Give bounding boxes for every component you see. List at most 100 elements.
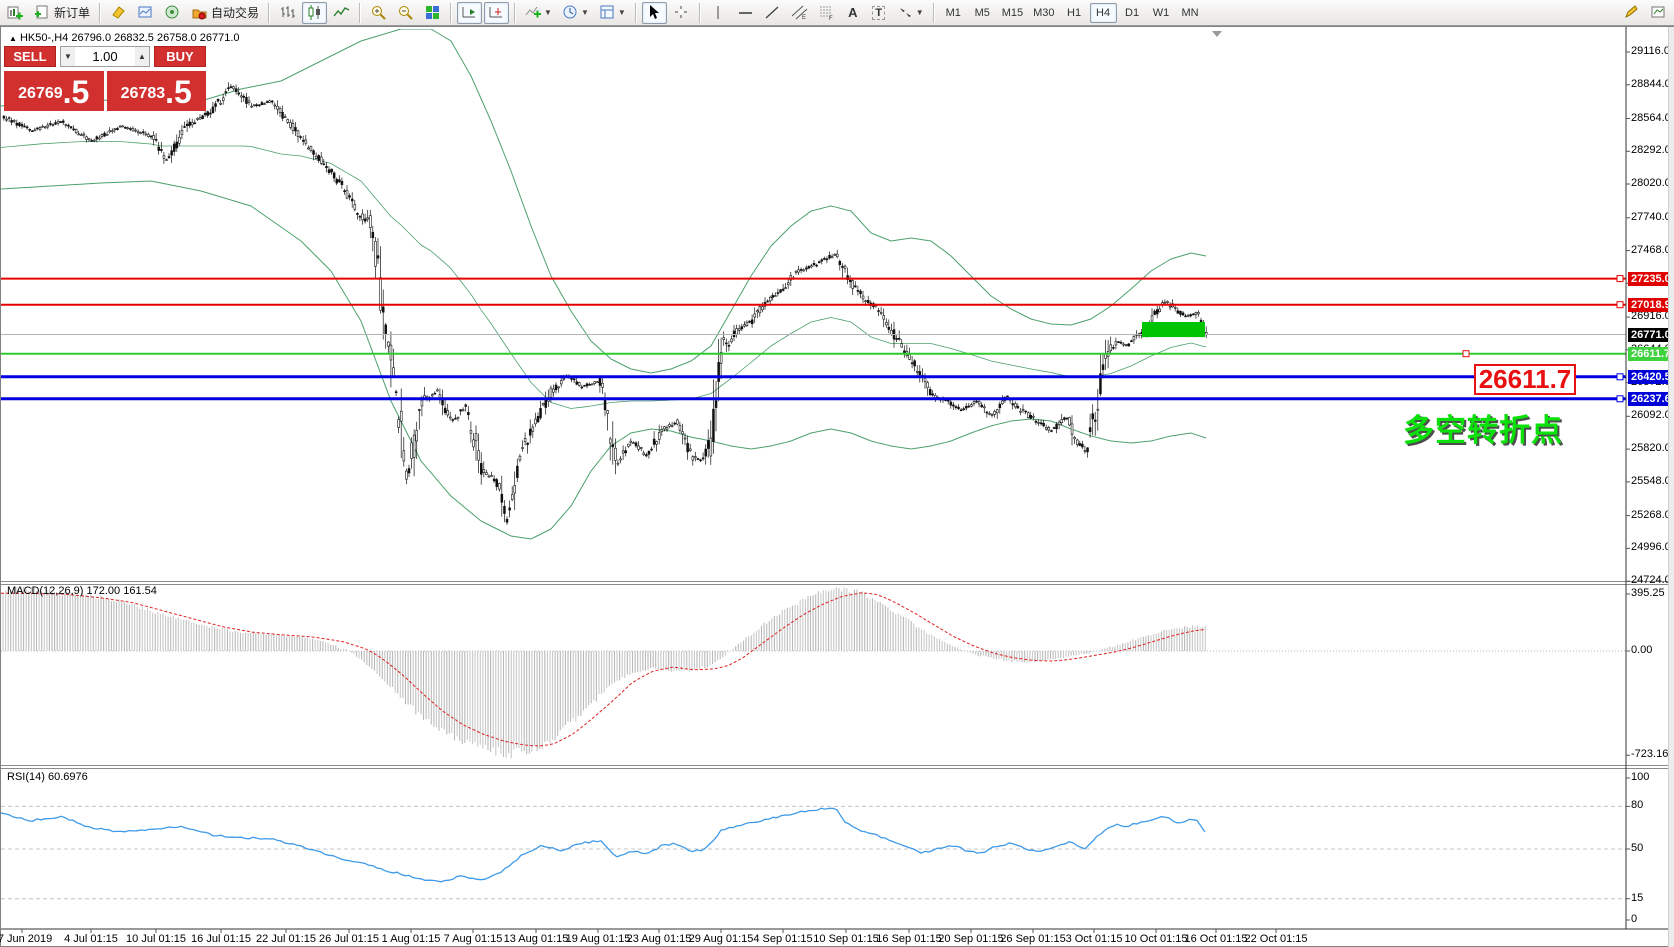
timeframe-m5[interactable]: M5 [969,3,996,23]
toolbar-separator [933,3,935,23]
price-tick-label: 27740.0 [1631,211,1671,223]
trendline-icon[interactable] [760,2,785,24]
zoom-out-icon[interactable] [393,2,418,24]
price-tick-label: 28292.0 [1631,144,1671,156]
crosshair-icon[interactable] [669,2,694,24]
time-axis-label: 23 Aug 01:15 [627,933,692,945]
pencil-icon[interactable] [1619,2,1644,24]
time-axis-label: 27 Jun 2019 [0,933,52,945]
autotrading-button[interactable]: 自动交易 [187,2,263,24]
indicators-icon[interactable]: ▼ [521,2,556,24]
rsi-indicator-label: RSI(14) 60.6976 [7,771,88,783]
timeframe-h1[interactable]: H1 [1061,3,1088,23]
chart-shift-marker[interactable] [1212,31,1222,37]
periods-icon[interactable]: ▼ [558,2,593,24]
chart-shift-icon[interactable] [484,2,509,24]
macd-histogram [1,587,1626,758]
line-handle [1617,276,1623,282]
line-chart-icon[interactable] [329,2,354,24]
candles [3,82,1207,525]
eraser-icon[interactable] [106,2,131,24]
chart-window[interactable]: ▲ HK50-,H4 26796.0 26832.5 26758.0 26771… [0,26,1674,947]
new-order-button[interactable]: 新订单 [30,2,94,24]
buy-price-main: 26783 [121,79,166,109]
hline-26420.5[interactable] [1,374,1626,380]
price-tag-26771.0[interactable]: 26771.0 [1628,328,1674,342]
timeframe-m15[interactable]: M15 [998,3,1027,23]
timeframe-mn[interactable]: MN [1177,3,1204,23]
new-chart-icon[interactable] [3,2,28,24]
toolbar-separator [635,3,637,23]
time-axis-label: 10 Jul 01:15 [126,933,186,945]
time-axis-label: 10 Oct 01:15 [1125,933,1188,945]
volume-down-button[interactable]: ▼ [61,47,75,66]
time-axis-label: 10 Sep 01:15 [813,933,878,945]
time-axis-label: 16 Oct 01:15 [1185,933,1248,945]
pivot-price-label[interactable]: 26611.7 [1474,364,1576,395]
fibo-icon[interactable]: F [814,2,839,24]
macd-tick-label: 0.00 [1631,644,1652,656]
price-tick-label: 28564.0 [1631,112,1671,124]
buy-price[interactable]: 26783.5 [107,69,207,111]
hline-26611.7[interactable] [1,351,1626,357]
price-tag-27018.9[interactable]: 27018.9 [1628,298,1674,312]
timeframe-h4[interactable]: H4 [1090,3,1117,23]
chevron-down-icon: ▼ [618,8,626,17]
volume-up-button[interactable]: ▲ [135,47,149,66]
pane-separator[interactable] [1,582,1674,769]
chart-canvas[interactable] [1,27,1674,947]
price-tag-27235.0[interactable]: 27235.0 [1628,272,1674,286]
price-tag-26420.5[interactable]: 26420.5 [1628,370,1674,384]
hline-27235.0[interactable] [1,276,1626,282]
label-icon[interactable]: T [867,2,891,24]
price-tag-26237.6[interactable]: 26237.6 [1628,392,1674,406]
vline-icon[interactable] [706,2,731,24]
timeframe-m1[interactable]: M1 [940,3,967,23]
time-axis-label: 16 Jul 01:15 [191,933,251,945]
text-icon[interactable]: A [841,2,865,24]
bb-lower [1,181,1206,539]
zoom-in-icon[interactable] [366,2,391,24]
volume-field[interactable]: 1.00 [75,47,135,66]
window-edge-strip [1668,27,1674,947]
hline-26237.6[interactable] [1,396,1626,402]
arrows-icon[interactable]: ▼ [893,2,928,24]
svg-text:F: F [829,16,833,21]
macd-signal-line [1,593,1205,746]
signals-icon[interactable] [160,2,185,24]
buy-button[interactable]: BUY [154,46,206,67]
price-tag-26611.7[interactable]: 26611.7 [1628,347,1673,361]
collapse-triangle-icon[interactable]: ▲ [9,34,17,43]
channel-icon[interactable]: E [787,2,812,24]
buy-price-frac: .5 [165,75,192,109]
macd-tick-label: -723.16 [1631,748,1668,760]
chevron-down-icon: ▼ [544,8,552,17]
rsi-line [1,808,1205,882]
line-handle [1617,302,1623,308]
sell-price[interactable]: 26769.5 [4,69,104,111]
cursor-icon[interactable] [642,2,667,24]
templates-icon[interactable]: ▼ [595,2,630,24]
chevron-down-icon: ▼ [916,8,924,17]
pivot-annotation-text[interactable]: 多空转折点 [1403,405,1563,450]
green-zone-rect[interactable] [1142,322,1205,337]
timeframe-d1[interactable]: D1 [1119,3,1146,23]
popup-chart-icon[interactable] [1646,2,1671,24]
time-axis-label: 4 Sep 01:15 [753,933,812,945]
timeframe-w1[interactable]: W1 [1148,3,1175,23]
tile-windows-icon[interactable] [420,2,445,24]
sell-button[interactable]: SELL [4,46,56,67]
timeframe-m30[interactable]: M30 [1029,3,1058,23]
volume-spinner: ▼ 1.00 ▲ [60,46,150,67]
time-axis-label: 19 Aug 01:15 [566,933,631,945]
axes[interactable] [1,27,1674,933]
bar-chart-icon[interactable] [275,2,300,24]
candle-chart-icon[interactable] [302,2,327,24]
hline-icon[interactable] [733,2,758,24]
market-watch-icon[interactable] [133,2,158,24]
hline-27018.9[interactable] [1,302,1626,308]
rsi-pane [1,806,1626,898]
svg-text:E: E [802,15,806,21]
auto-scroll-icon[interactable] [457,2,482,24]
line-handle [1617,396,1623,402]
